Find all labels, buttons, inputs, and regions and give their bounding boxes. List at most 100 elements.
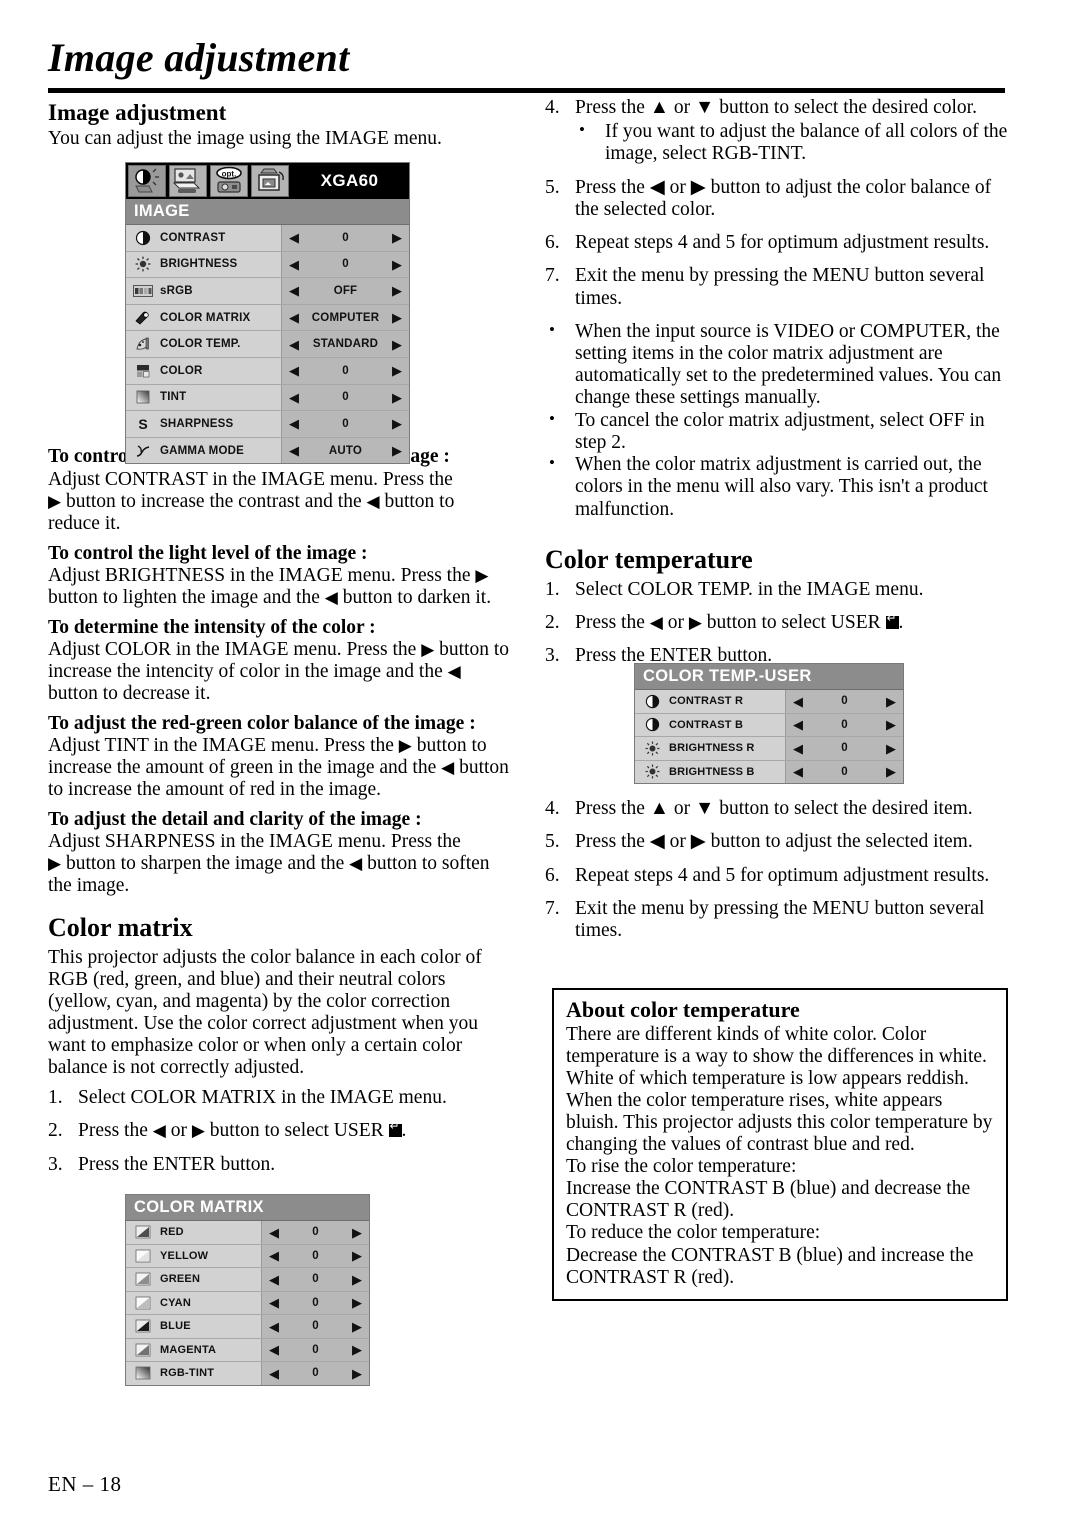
left-arrow-icon[interactable]: ◀ bbox=[269, 1226, 279, 1239]
right-arrow-icon[interactable]: ▶ bbox=[392, 391, 402, 404]
left-arrow-icon[interactable]: ◀ bbox=[289, 311, 299, 324]
osd-row-red[interactable]: RED ◀ 0 ▶ bbox=[126, 1221, 369, 1245]
osd-value-stepper[interactable]: ◀ 0 ▶ bbox=[261, 1268, 369, 1291]
osd-value-stepper[interactable]: ◀ 0 ▶ bbox=[281, 411, 409, 437]
osd-row-gamma-mode[interactable]: GAMMA MODE ◀ AUTO ▶ bbox=[126, 437, 409, 464]
right-arrow-icon[interactable]: ▶ bbox=[392, 284, 402, 297]
osd-row-contrast-b[interactable]: CONTRAST B ◀ 0 ▶ bbox=[635, 713, 903, 737]
right-arrow-icon[interactable]: ▶ bbox=[352, 1320, 362, 1333]
right-arrow-icon[interactable]: ▶ bbox=[352, 1249, 362, 1262]
osd-image-menu[interactable]: opt. XGA60 IMAGE CONTRAST ◀ 0 ▶ BRIGHTNE… bbox=[125, 162, 410, 465]
osd-row-magenta[interactable]: MAGENTA ◀ 0 ▶ bbox=[126, 1338, 369, 1362]
osd-value-stepper[interactable]: ◀ 0 ▶ bbox=[261, 1315, 369, 1338]
osd-row-color[interactable]: COLOR ◀ 0 ▶ bbox=[126, 357, 409, 385]
osd-value-stepper[interactable]: ◀ 0 ▶ bbox=[785, 760, 903, 783]
step-item: 2. Press the ◀ or ▶ button to select USER… bbox=[48, 1120, 511, 1142]
left-arrow-icon[interactable]: ◀ bbox=[289, 417, 299, 430]
right-arrow-icon[interactable]: ▶ bbox=[886, 765, 896, 778]
osd-value-stepper[interactable]: ◀ COMPUTER ▶ bbox=[281, 304, 409, 331]
osd-value-stepper[interactable]: ◀ 0 ▶ bbox=[261, 1362, 369, 1385]
osd-row-brightness[interactable]: BRIGHTNESS ◀ 0 ▶ bbox=[126, 251, 409, 279]
osd-color-matrix-menu[interactable]: COLOR MATRIX RED ◀ 0 ▶ YELLOW ◀ 0 ▶ GREE… bbox=[125, 1194, 370, 1386]
right-arrow-icon[interactable]: ▶ bbox=[352, 1343, 362, 1356]
osd-value-stepper[interactable]: ◀ 0 ▶ bbox=[281, 251, 409, 278]
osd-value-stepper[interactable]: ◀ 0 ▶ bbox=[281, 384, 409, 411]
osd-value-stepper[interactable]: ◀ 0 ▶ bbox=[281, 225, 409, 251]
osd-row-contrast-r[interactable]: CONTRAST R ◀ 0 ▶ bbox=[635, 690, 903, 714]
right-arrow-icon[interactable]: ▶ bbox=[392, 364, 402, 377]
step-item: 5. Press the ◀ or ▶ button to adjust the … bbox=[545, 177, 1008, 221]
right-arrow-icon[interactable]: ▶ bbox=[352, 1273, 362, 1286]
right-arrow-icon[interactable]: ▶ bbox=[352, 1226, 362, 1239]
left-arrow-icon[interactable]: ◀ bbox=[289, 338, 299, 351]
osd-row-green[interactable]: GREEN ◀ 0 ▶ bbox=[126, 1268, 369, 1292]
step-number: 2. bbox=[48, 1120, 63, 1142]
right-arrow-icon[interactable]: ▶ bbox=[352, 1296, 362, 1309]
right-arrow-icon[interactable]: ▶ bbox=[392, 231, 402, 244]
right-arrow-icon[interactable]: ▶ bbox=[392, 338, 402, 351]
right-arrow-icon: ▶ bbox=[48, 854, 62, 873]
color-matrix-notes: When the input source is VIDEO or COMPUT… bbox=[545, 320, 1008, 521]
osd-row-tint[interactable]: TINT ◀ 0 ▶ bbox=[126, 384, 409, 412]
osd-value-stepper[interactable]: ◀ 0 ▶ bbox=[261, 1221, 369, 1244]
step-text-pre: Press the bbox=[575, 611, 650, 633]
right-arrow-icon[interactable]: ▶ bbox=[352, 1367, 362, 1380]
osd-row-brightness-b[interactable]: BRIGHTNESS B ◀ 0 ▶ bbox=[635, 760, 903, 783]
osd-row-cyan[interactable]: CYAN ◀ 0 ▶ bbox=[126, 1291, 369, 1315]
osd-value-stepper[interactable]: ◀ 0 ▶ bbox=[261, 1291, 369, 1314]
osd-row-color-temp[interactable]: COLOR TEMP. ◀ STANDARD ▶ bbox=[126, 331, 409, 358]
left-arrow-icon[interactable]: ◀ bbox=[269, 1320, 279, 1333]
left-arrow-icon[interactable]: ◀ bbox=[793, 742, 803, 755]
left-arrow-icon[interactable]: ◀ bbox=[793, 765, 803, 778]
osd-value-stepper[interactable]: ◀ 0 ▶ bbox=[785, 737, 903, 760]
left-arrow-icon[interactable]: ◀ bbox=[289, 364, 299, 377]
install-tab-icon[interactable] bbox=[169, 165, 207, 197]
osd-signal-label: XGA60 bbox=[320, 171, 379, 190]
osd-row-brightness-r[interactable]: BRIGHTNESS R ◀ 0 ▶ bbox=[635, 737, 903, 761]
osd-row-value: COMPUTER bbox=[311, 311, 380, 324]
option-tab-icon[interactable]: opt. bbox=[210, 165, 248, 197]
osd-color-temp-user-menu[interactable]: COLOR TEMP.-USER CONTRAST R ◀ 0 ▶ CONTRA… bbox=[634, 663, 904, 784]
osd-value-stepper[interactable]: ◀ OFF ▶ bbox=[281, 278, 409, 304]
right-arrow-icon[interactable]: ▶ bbox=[886, 742, 896, 755]
osd-value-stepper[interactable]: ◀ 0 ▶ bbox=[261, 1338, 369, 1361]
osd-value-stepper[interactable]: ◀ AUTO ▶ bbox=[281, 437, 409, 464]
osd-row-blue[interactable]: BLUE ◀ 0 ▶ bbox=[126, 1315, 369, 1339]
left-arrow-icon[interactable]: ◀ bbox=[289, 391, 299, 404]
left-arrow-icon[interactable]: ◀ bbox=[793, 695, 803, 708]
left-arrow-icon[interactable]: ◀ bbox=[289, 258, 299, 271]
left-arrow-icon: ◀ bbox=[152, 1121, 166, 1141]
osd-row-yellow[interactable]: YELLOW ◀ 0 ▶ bbox=[126, 1244, 369, 1268]
left-arrow-icon[interactable]: ◀ bbox=[269, 1249, 279, 1262]
left-arrow-icon[interactable]: ◀ bbox=[269, 1296, 279, 1309]
left-arrow-icon[interactable]: ◀ bbox=[793, 718, 803, 731]
right-arrow-icon[interactable]: ▶ bbox=[392, 311, 402, 324]
right-arrow-icon[interactable]: ▶ bbox=[886, 718, 896, 731]
osd-row-rgb-tint[interactable]: RGB-TINT ◀ 0 ▶ bbox=[126, 1362, 369, 1385]
osd-row-contrast[interactable]: CONTRAST ◀ 0 ▶ bbox=[126, 225, 409, 252]
step-item: 3. Press the ENTER button. bbox=[48, 1154, 511, 1176]
right-arrow-icon[interactable]: ▶ bbox=[886, 695, 896, 708]
osd-row-color-matrix[interactable]: COLOR MATRIX ◀ COMPUTER ▶ bbox=[126, 304, 409, 332]
right-arrow-icon[interactable]: ▶ bbox=[392, 444, 402, 457]
osd-row-sharpness[interactable]: S SHARPNESS ◀ 0 ▶ bbox=[126, 411, 409, 438]
osd-value-stepper[interactable]: ◀ 0 ▶ bbox=[785, 713, 903, 736]
cyan-swatch-icon bbox=[126, 1292, 160, 1315]
step-text-post: button to select USER bbox=[701, 611, 886, 633]
left-arrow-icon[interactable]: ◀ bbox=[289, 444, 299, 457]
osd-row-srgb[interactable]: sRGB ◀ OFF ▶ bbox=[126, 278, 409, 305]
brightness-icon bbox=[126, 252, 160, 278]
left-arrow-icon[interactable]: ◀ bbox=[289, 284, 299, 297]
osd-value-stepper[interactable]: ◀ 0 ▶ bbox=[261, 1244, 369, 1267]
feature-tab-icon[interactable] bbox=[251, 165, 289, 197]
left-arrow-icon[interactable]: ◀ bbox=[269, 1273, 279, 1286]
right-arrow-icon[interactable]: ▶ bbox=[392, 258, 402, 271]
image-tab-icon[interactable] bbox=[128, 165, 166, 197]
osd-value-stepper[interactable]: ◀ STANDARD ▶ bbox=[281, 331, 409, 357]
left-arrow-icon[interactable]: ◀ bbox=[269, 1367, 279, 1380]
osd-value-stepper[interactable]: ◀ 0 ▶ bbox=[785, 690, 903, 713]
right-arrow-icon[interactable]: ▶ bbox=[392, 417, 402, 430]
osd-value-stepper[interactable]: ◀ 0 ▶ bbox=[281, 357, 409, 384]
left-arrow-icon[interactable]: ◀ bbox=[289, 231, 299, 244]
left-arrow-icon[interactable]: ◀ bbox=[269, 1343, 279, 1356]
